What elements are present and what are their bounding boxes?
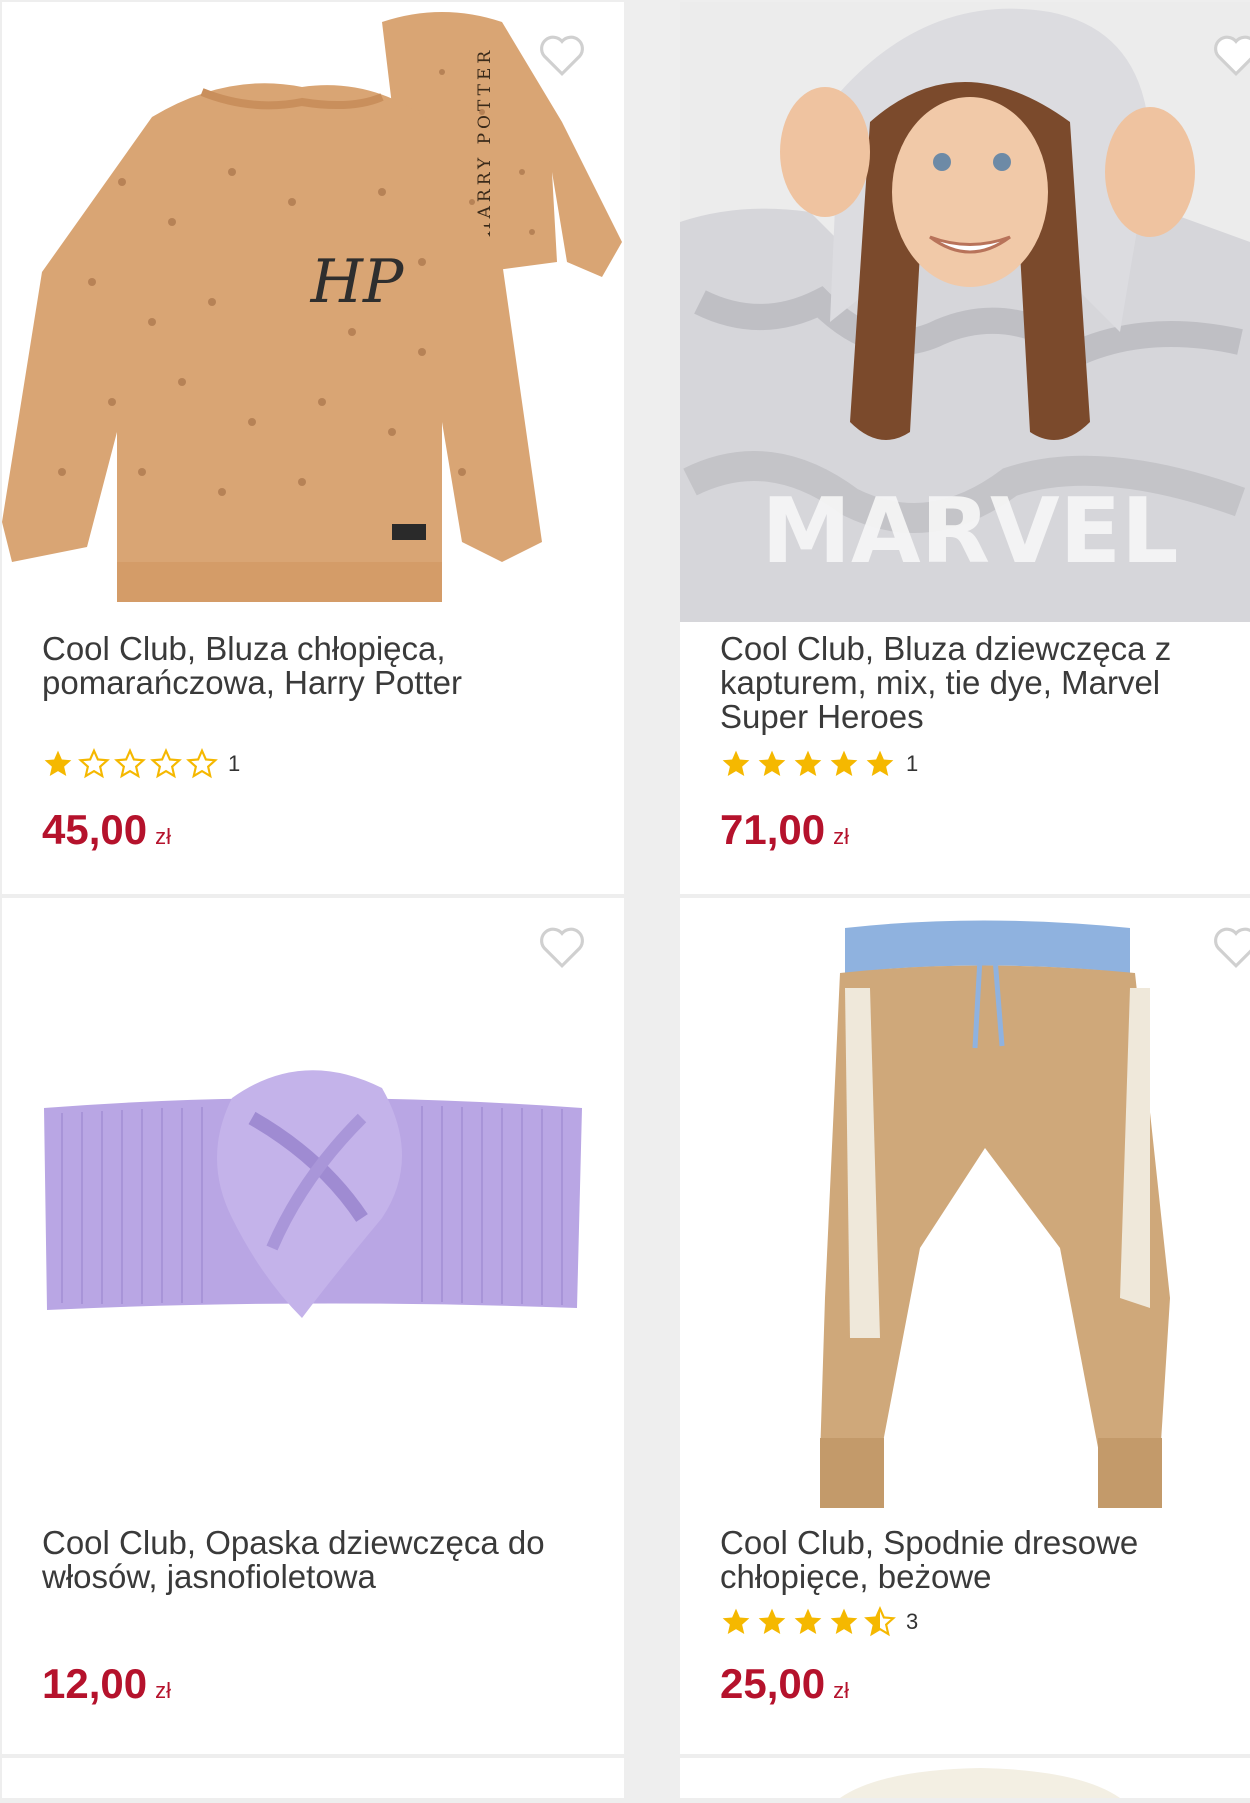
product-price: 25,00 zł — [720, 1660, 849, 1707]
star-full-icon — [758, 1608, 786, 1634]
product-image — [840, 1768, 1120, 1798]
review-count: 1 — [228, 751, 241, 776]
image-print-text: HARRY POTTER — [475, 47, 495, 237]
image-print-text: MARVEL — [762, 479, 1179, 584]
star-full-icon — [758, 750, 786, 776]
star-full-icon — [830, 1608, 858, 1634]
product-title[interactable]: Cool Club, Opaska dziewczęca do włosów, … — [42, 1526, 604, 1594]
svg-text:HARRY POTTER: HARRY POTTER — [475, 47, 495, 237]
star-full-icon — [866, 750, 894, 776]
product-rating: 1 — [720, 748, 918, 780]
svg-text:HP: HP — [310, 247, 405, 317]
product-rating: 3 — [720, 1606, 918, 1638]
product-card[interactable]: Cool Club, Opaska dziewczęca do włosów, … — [2, 898, 624, 1754]
star-full-icon — [722, 1608, 750, 1634]
product-image[interactable]: MARVEL — [680, 2, 1250, 622]
star-full-icon — [44, 750, 72, 776]
product-price: 71,00 zł — [720, 806, 849, 853]
product-title[interactable]: Cool Club, Bluza chłopięca, pomarańczowa… — [42, 632, 604, 700]
star-empty-icon — [78, 748, 110, 779]
favorite-heart-icon[interactable] — [1210, 924, 1250, 970]
rating-stars — [720, 1606, 900, 1638]
product-title[interactable]: Cool Club, Spodnie dresowe chłopięce, be… — [720, 1526, 1230, 1594]
rating-stars — [42, 748, 222, 780]
svg-text:MARVEL: MARVEL — [762, 479, 1179, 584]
product-price: 45,00 zł — [42, 806, 171, 853]
product-card[interactable] — [2, 1758, 624, 1798]
favorite-heart-icon[interactable] — [536, 924, 588, 970]
product-title[interactable]: Cool Club, Bluza dziewczęca z kapturem, … — [720, 632, 1230, 734]
star-full-icon — [794, 750, 822, 776]
star-full-icon — [830, 750, 858, 776]
product-price: 12,00 zł — [42, 1660, 171, 1707]
review-count: 3 — [906, 1609, 919, 1634]
favorite-heart-icon[interactable] — [536, 32, 588, 78]
review-count: 1 — [906, 751, 919, 776]
favorite-heart-icon[interactable] — [1210, 32, 1250, 78]
rating-stars — [720, 748, 900, 780]
star-empty-icon — [186, 748, 218, 779]
image-logo: HP — [310, 247, 405, 317]
star-empty-icon — [150, 748, 182, 779]
star-half-icon — [864, 1606, 896, 1637]
star-empty-icon — [114, 748, 146, 779]
product-card[interactable] — [680, 1758, 1250, 1798]
product-image[interactable] — [680, 898, 1250, 1518]
product-rating: 1 — [42, 748, 240, 780]
product-card[interactable]: MARVEL Cool Club, Bluza dziewczęca z kap… — [680, 2, 1250, 894]
star-full-icon — [794, 1608, 822, 1634]
product-card[interactable]: Cool Club, Spodnie dresowe chłopięce, be… — [680, 898, 1250, 1754]
star-full-icon — [722, 750, 750, 776]
product-card[interactable]: HARRY POTTER HP Cool Club, Bluza chłopię… — [2, 2, 624, 894]
product-image[interactable] — [2, 898, 624, 1518]
product-image[interactable]: HARRY POTTER HP — [2, 2, 624, 622]
